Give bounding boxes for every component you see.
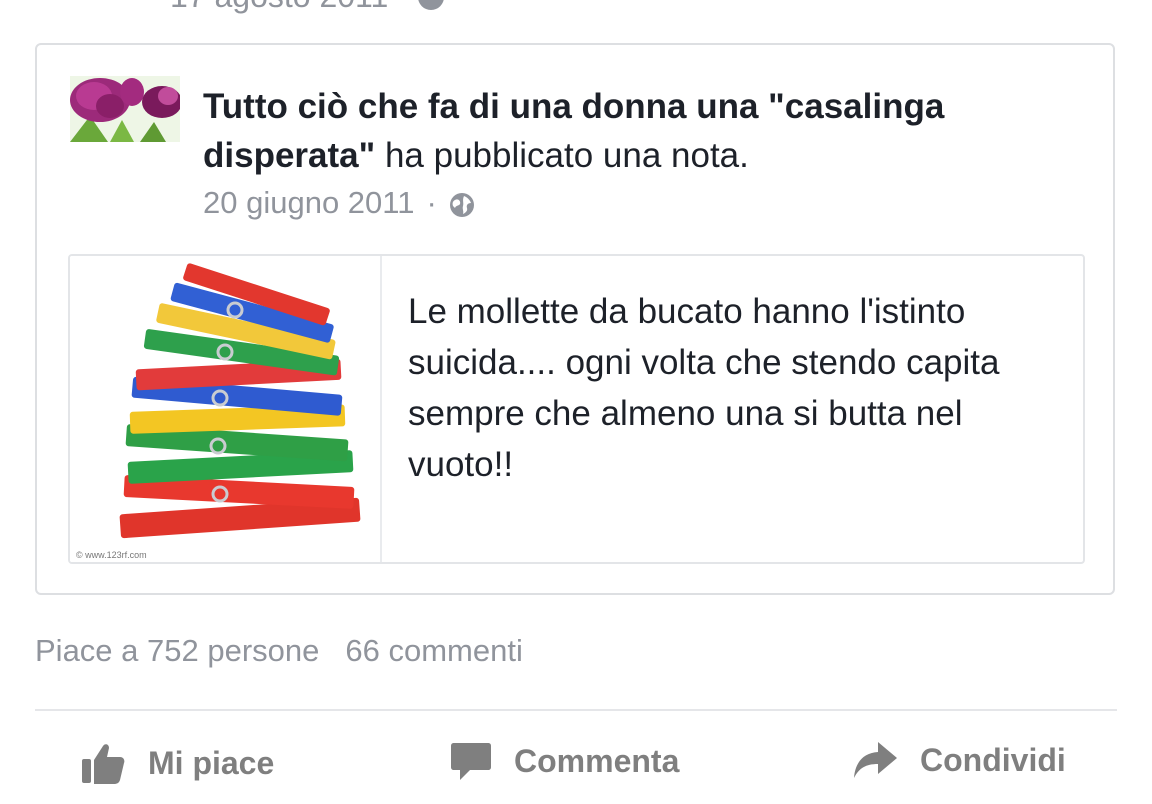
share-button[interactable]: Condividi (852, 740, 1066, 780)
comment-label: Commenta (514, 742, 680, 779)
previous-post-date: 17 agosto 2011 · (170, 0, 445, 15)
likes-count[interactable]: Piace a 752 persone (35, 633, 319, 668)
like-button[interactable]: Mi piace (80, 740, 274, 786)
note-excerpt: Le mollette da bucato hanno l'istinto su… (408, 292, 1000, 484)
image-watermark: © www.123rf.com (76, 550, 147, 560)
comment-bubble-icon (451, 743, 491, 780)
globe-icon (449, 190, 475, 217)
tulip-avatar-image (70, 76, 180, 142)
comment-button[interactable]: Commenta (450, 740, 679, 782)
shared-post-card[interactable]: Tutto ciò che fa di una donna una "casal… (35, 43, 1115, 595)
previous-date-text: 17 agosto 2011 (170, 0, 388, 15)
post-action-text: ha pubblicato una nota. (375, 136, 749, 175)
post-header: Tutto ciò che fa di una donna una "casal… (203, 82, 1083, 180)
note-preview-card[interactable]: © www.123rf.com Le mollette da bucato ha… (68, 254, 1085, 564)
actions-divider (35, 709, 1117, 711)
share-label: Condividi (920, 741, 1066, 778)
clothespins-image: © www.123rf.com (70, 256, 382, 562)
share-arrow-icon (854, 742, 897, 778)
meta-separator: · (426, 185, 437, 220)
previous-date-separator: · (398, 0, 408, 14)
page-avatar[interactable] (70, 76, 180, 142)
post-stats: Piace a 752 persone 66 commenti (35, 633, 523, 669)
post-meta: 20 giugno 2011 · (203, 185, 475, 221)
post-date[interactable]: 20 giugno 2011 (203, 185, 414, 221)
like-label: Mi piace (148, 744, 275, 781)
globe-icon (418, 0, 445, 10)
thumbs-up-icon (82, 744, 125, 784)
comments-count[interactable]: 66 commenti (345, 633, 522, 668)
